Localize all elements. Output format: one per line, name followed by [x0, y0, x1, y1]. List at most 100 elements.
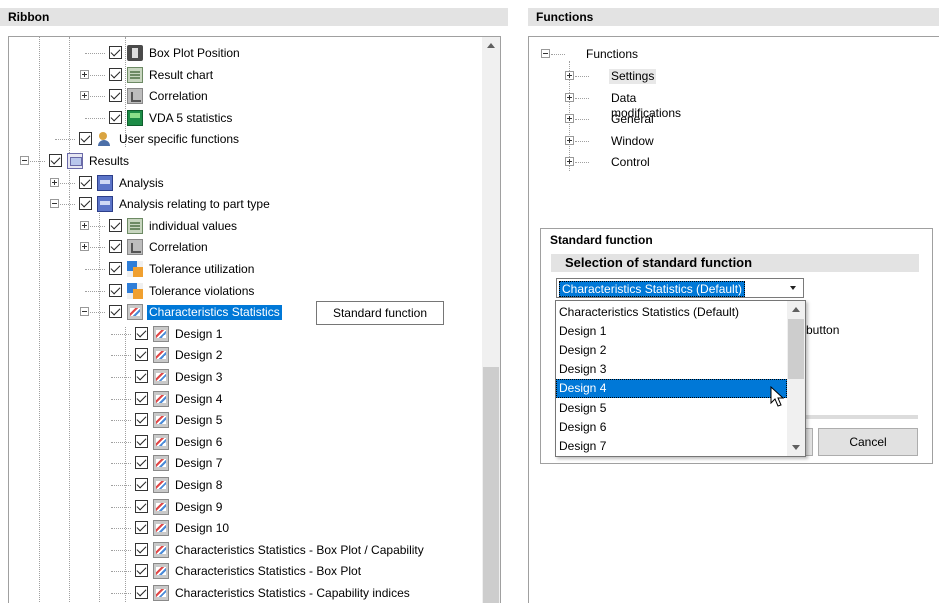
expand-plus-icon[interactable]: [565, 157, 574, 167]
checkbox[interactable]: [135, 499, 148, 513]
tree-node[interactable]: individual values: [9, 216, 482, 237]
checkbox[interactable]: [49, 154, 62, 167]
tree-node[interactable]: Design 2: [9, 345, 482, 366]
checkbox[interactable]: [135, 456, 148, 470]
tree-guide-line: [85, 117, 105, 119]
dropdown-option[interactable]: Design 5: [556, 399, 787, 418]
dropdown-option[interactable]: Design 4: [556, 379, 787, 399]
tree-node[interactable]: Design 1: [9, 324, 482, 345]
checkbox[interactable]: [79, 197, 92, 211]
tree-node[interactable]: Box Plot Position: [9, 43, 482, 64]
statistics-icon: [153, 455, 169, 472]
checkbox[interactable]: [109, 89, 122, 103]
scrollbar-thumb[interactable]: [788, 319, 804, 379]
checkbox[interactable]: [135, 542, 148, 556]
tree-node[interactable]: Characteristics Statistics - Capability …: [9, 583, 482, 603]
tree-node[interactable]: VDA 5 statistics: [9, 108, 482, 129]
tree-node[interactable]: Analysis: [9, 173, 482, 194]
tree-node[interactable]: Design 5: [9, 410, 482, 431]
expand-plus-icon[interactable]: [565, 135, 574, 145]
expand-plus-icon[interactable]: [50, 177, 59, 187]
tree-guide-line: [111, 355, 131, 357]
checkbox[interactable]: [109, 305, 122, 319]
scroll-down-icon[interactable]: [787, 439, 805, 456]
tree-node[interactable]: Design 3: [9, 367, 482, 388]
dropdown-option[interactable]: Design 2: [556, 341, 787, 360]
ribbon-title: Ribbon: [8, 10, 50, 24]
scrollbar-thumb[interactable]: [483, 367, 499, 603]
tree-node[interactable]: Design 4: [9, 389, 482, 410]
tree-guide-line: [575, 162, 589, 164]
checkbox[interactable]: [109, 262, 122, 275]
tree-guide-line: [111, 593, 131, 594]
expand-plus-icon[interactable]: [565, 114, 574, 124]
expand-plus-icon[interactable]: [565, 71, 574, 80]
tree-node-label: Result chart: [149, 67, 214, 82]
dropdown-option[interactable]: Characteristics Statistics (Default): [556, 303, 787, 322]
dropdown-scrollbar[interactable]: [787, 301, 805, 456]
checkbox[interactable]: [79, 175, 92, 189]
dropdown-option[interactable]: Design 3: [556, 360, 787, 379]
tree-guide-line: [111, 506, 131, 508]
statistics-icon: [127, 304, 143, 321]
chevron-down-icon[interactable]: [785, 279, 803, 297]
dropdown-option[interactable]: Design 6: [556, 418, 787, 437]
checkbox[interactable]: [79, 132, 92, 146]
checkbox[interactable]: [135, 478, 148, 491]
standard-function-combobox[interactable]: Characteristics Statistics (Default): [556, 278, 804, 298]
checkbox[interactable]: [135, 586, 148, 599]
checkbox[interactable]: [135, 370, 148, 383]
expand-plus-icon[interactable]: [80, 69, 89, 79]
tree-node[interactable]: Tolerance violations: [9, 281, 482, 302]
checkbox[interactable]: [135, 564, 148, 578]
tree-guide-line: [575, 119, 589, 121]
dropdown-option[interactable]: Design 1: [556, 322, 787, 341]
tree-node[interactable]: Correlation: [9, 237, 482, 258]
statistics-icon: [153, 585, 169, 601]
checkbox[interactable]: [109, 67, 122, 81]
standard-function-dropdown-list[interactable]: Characteristics Statistics (Default) Desi…: [555, 300, 806, 457]
tree-node-label: Box Plot Position: [149, 46, 240, 60]
checkbox[interactable]: [109, 110, 122, 124]
tree-node[interactable]: Design 10: [9, 518, 482, 539]
checkbox[interactable]: [135, 521, 148, 535]
checkbox[interactable]: [135, 326, 148, 340]
checkbox[interactable]: [135, 413, 148, 427]
checkbox[interactable]: [109, 240, 122, 254]
tree-node[interactable]: Design 8: [9, 475, 482, 496]
tree-node[interactable]: Design 7: [9, 453, 482, 474]
checkbox[interactable]: [135, 348, 148, 362]
collapse-minus-icon[interactable]: [541, 49, 550, 58]
checkbox[interactable]: [109, 218, 122, 232]
scroll-up-icon[interactable]: [482, 37, 500, 55]
collapse-minus-icon[interactable]: [20, 156, 29, 165]
scroll-up-icon[interactable]: [787, 301, 805, 318]
tree-guide-line: [111, 528, 131, 530]
checkbox[interactable]: [109, 46, 122, 59]
correlation-icon: [127, 239, 143, 256]
tree-node[interactable]: Results: [9, 151, 482, 172]
ribbon-scrollbar[interactable]: [482, 37, 500, 603]
tree-node[interactable]: Analysis relating to part type: [9, 194, 482, 215]
tree-node[interactable]: Correlation: [9, 86, 482, 107]
expand-plus-icon[interactable]: [80, 242, 89, 252]
tree-node[interactable]: Tolerance utilization: [9, 259, 482, 280]
tree-node[interactable]: Design 9: [9, 497, 482, 518]
checkbox[interactable]: [109, 283, 122, 297]
tree-node[interactable]: Result chart: [9, 65, 482, 86]
functions-node-label: Settings: [609, 69, 657, 84]
tree-node[interactable]: User specific functions: [9, 129, 482, 150]
expand-plus-icon[interactable]: [80, 91, 89, 101]
collapse-minus-icon[interactable]: [80, 307, 89, 317]
tree-node[interactable]: Characteristics Statistics - Box Plot: [9, 561, 482, 582]
expand-plus-icon[interactable]: [80, 220, 89, 230]
dropdown-option[interactable]: Design 7: [556, 437, 787, 456]
expand-plus-icon[interactable]: [565, 92, 574, 102]
cancel-button[interactable]: Cancel: [818, 428, 918, 456]
checkbox[interactable]: [135, 391, 148, 405]
statistics-icon: [153, 390, 169, 407]
collapse-minus-icon[interactable]: [50, 199, 59, 209]
checkbox[interactable]: [135, 434, 148, 448]
tree-node[interactable]: Characteristics Statistics - Box Plot / …: [9, 540, 482, 561]
tree-node[interactable]: Design 6: [9, 432, 482, 453]
